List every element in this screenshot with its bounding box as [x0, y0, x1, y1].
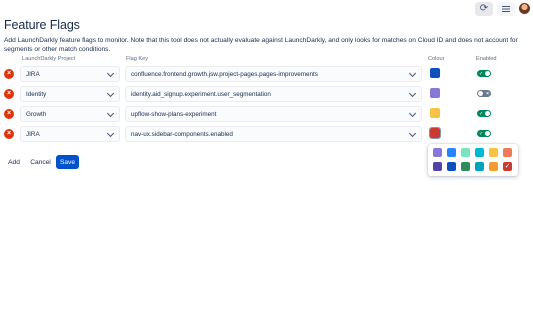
palette-colour-option[interactable] [433, 148, 442, 157]
project-select-value: Growth [26, 111, 47, 118]
palette-colour-option[interactable] [447, 162, 456, 171]
chevron-down-icon [106, 129, 115, 138]
refresh-icon: ⟳ [479, 3, 489, 14]
chevron-down-icon [106, 89, 115, 98]
column-header-enabled: Enabled [476, 56, 497, 62]
toggle-knob [485, 71, 490, 76]
palette-colour-option[interactable]: ✓ [503, 162, 512, 171]
add-button[interactable]: Add [4, 155, 24, 169]
close-icon: × [6, 90, 12, 97]
project-select[interactable]: JIRA [20, 126, 120, 142]
chevron-down-icon [106, 69, 115, 78]
flag-row: × JIRA nav-ux.sidebar-components.enabled… [0, 126, 533, 142]
project-select[interactable]: Growth [20, 106, 120, 122]
toggle-knob [485, 131, 490, 136]
check-icon: ✓ [479, 110, 484, 117]
flag-row: × Identity identity.aid_signup.experimen… [0, 86, 533, 102]
cancel-button[interactable]: Cancel [28, 155, 53, 169]
palette-colour-option[interactable] [475, 148, 484, 157]
colour-swatch-button[interactable] [429, 127, 441, 139]
flag-key-select[interactable]: upflow-show-plans-experiment [125, 106, 422, 122]
save-button[interactable]: Save [56, 155, 79, 169]
palette-colour-option[interactable] [475, 162, 484, 171]
flag-key-value: confluence.frontend.growth.jsw.project-p… [131, 71, 318, 78]
flag-key-select[interactable]: confluence.frontend.growth.jsw.project-p… [125, 66, 422, 82]
chevron-down-icon [408, 129, 417, 138]
palette-colour-option[interactable] [433, 162, 442, 171]
page-description: Add LaunchDarkly feature flags to monito… [4, 37, 518, 53]
palette-colour-option[interactable] [461, 148, 470, 157]
enabled-toggle[interactable]: ✓ [477, 110, 491, 117]
project-select-value: JIRA [26, 71, 40, 78]
chevron-down-icon [408, 69, 417, 78]
flag-key-select[interactable]: nav-ux.sidebar-components.enabled [125, 126, 422, 142]
column-header-project: LaunchDarkly Project [22, 56, 76, 62]
toggle-knob [485, 111, 490, 116]
close-icon: × [6, 130, 12, 137]
project-select[interactable]: JIRA [20, 66, 120, 82]
flag-key-value: upflow-show-plans-experiment [131, 111, 217, 118]
flag-key-value: nav-ux.sidebar-components.enabled [131, 131, 233, 138]
close-icon: × [6, 110, 12, 117]
avatar[interactable] [519, 3, 530, 14]
menu-button[interactable] [497, 2, 515, 16]
close-icon: × [6, 70, 12, 77]
chevron-down-icon [408, 89, 417, 98]
palette-colour-option[interactable] [503, 148, 512, 157]
colour-palette-popup: ✓ [428, 144, 518, 176]
enabled-toggle[interactable]: × [477, 90, 491, 97]
check-icon: ✓ [479, 70, 484, 77]
check-icon: ✓ [504, 163, 511, 170]
palette-colour-option[interactable] [447, 148, 456, 157]
palette-colour-option[interactable] [489, 148, 498, 157]
flag-key-select[interactable]: identity.aid_signup.experiment.user_segm… [125, 86, 422, 102]
flag-key-value: identity.aid_signup.experiment.user_segm… [131, 91, 271, 98]
flag-row: × Growth upflow-show-plans-experiment ✓ [0, 106, 533, 122]
remove-flag-button[interactable]: × [4, 69, 14, 79]
project-select[interactable]: Identity [20, 86, 120, 102]
toggle-knob [478, 91, 483, 96]
chevron-down-icon [106, 109, 115, 118]
palette-colour-option[interactable] [461, 162, 470, 171]
refresh-button[interactable]: ⟳ [475, 2, 493, 16]
page-title: Feature Flags [4, 18, 80, 32]
chevron-down-icon [408, 109, 417, 118]
check-icon: ✓ [479, 130, 484, 137]
remove-flag-button[interactable]: × [4, 129, 14, 139]
remove-flag-button[interactable]: × [4, 109, 14, 119]
project-select-value: Identity [26, 91, 47, 98]
column-header-flag-key: Flag Key [126, 56, 149, 62]
cross-icon: × [486, 90, 489, 97]
top-toolbar: ⟳ [0, 0, 533, 18]
enabled-toggle[interactable]: ✓ [477, 130, 491, 137]
hamburger-menu-icon [502, 6, 510, 12]
enabled-toggle[interactable]: ✓ [477, 70, 491, 77]
palette-colour-option[interactable] [489, 162, 498, 171]
remove-flag-button[interactable]: × [4, 89, 14, 99]
colour-swatch-button[interactable] [430, 88, 440, 98]
column-header-colour: Colour [428, 56, 445, 62]
flag-row: × JIRA confluence.frontend.growth.jsw.pr… [0, 66, 533, 82]
colour-swatch-button[interactable] [430, 108, 440, 118]
project-select-value: JIRA [26, 131, 40, 138]
colour-swatch-button[interactable] [430, 68, 440, 78]
